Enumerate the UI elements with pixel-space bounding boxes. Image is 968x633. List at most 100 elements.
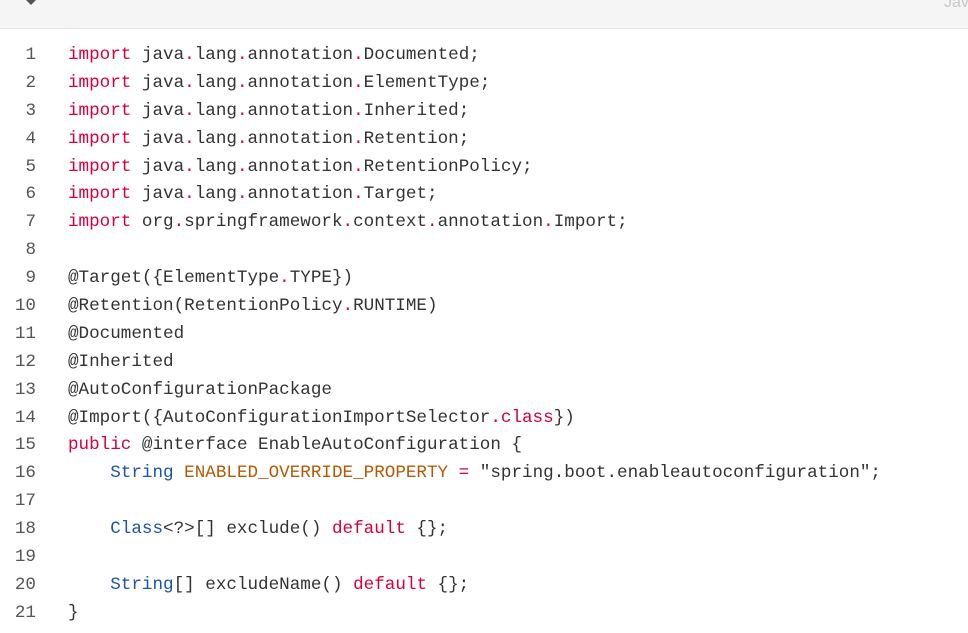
code-token: default: [331, 519, 406, 540]
line-source: import java.lang.annotation.Documented;: [68, 42, 480, 70]
code-token: .: [184, 100, 195, 121]
code-token: .class: [490, 407, 554, 428]
code-token: TYPE}): [289, 268, 354, 289]
code-token: {};: [427, 574, 470, 595]
code-token: .: [236, 45, 248, 65]
line-source: String[] excludeName() default {};: [68, 572, 469, 600]
line-source: import java.lang.annotation.RetentionPol…: [68, 154, 533, 182]
code-token: .: [236, 184, 248, 205]
code-token: import: [68, 45, 132, 65]
code-token: Class: [110, 519, 164, 540]
code-token: {};: [405, 519, 449, 540]
line-number: 10: [14, 296, 36, 317]
line-number: 6: [25, 184, 36, 205]
code-token: import: [68, 128, 132, 149]
line-number: 18: [14, 519, 36, 540]
code-token: .: [184, 72, 195, 93]
line-number: 17: [14, 491, 36, 512]
line-source: @AutoConfigurationPackage: [68, 377, 332, 405]
code-token: annotation: [437, 212, 544, 233]
code-token: RUNTIME): [353, 296, 438, 317]
code-token: Import;: [553, 212, 628, 233]
line-number: 1: [25, 45, 36, 65]
code-token: context: [353, 212, 427, 233]
code-token: java: [131, 100, 185, 121]
code-token: .: [342, 296, 354, 317]
line-source: @Import({AutoConfigurationImportSelector…: [68, 405, 575, 433]
code-token: .: [543, 212, 554, 233]
code-token: default: [353, 574, 427, 595]
code-token: .: [236, 100, 248, 121]
code-token: .: [184, 184, 195, 205]
code-token: annotation: [247, 128, 354, 149]
code-token: Documented;: [363, 45, 480, 65]
code-token: lang: [194, 100, 237, 121]
code-token: @AutoConfigurationPackage: [68, 379, 332, 400]
code-token: String: [110, 463, 174, 484]
code-token: [] excludeName(): [173, 574, 354, 595]
code-token: @Documented: [68, 323, 185, 344]
line-source: Class<?>[] exclude() default {};: [68, 516, 448, 544]
line-number: 9: [25, 268, 36, 289]
code-token: .: [279, 268, 290, 289]
code-token: annotation: [247, 184, 354, 205]
line-source: @Documented: [68, 321, 184, 349]
code-token: .: [353, 45, 364, 65]
line-number: 3: [25, 100, 36, 121]
code-token: .: [236, 72, 248, 93]
code-token: lang: [194, 128, 237, 149]
code-token: .: [184, 128, 195, 149]
line-number: 19: [14, 547, 36, 568]
code-token: annotation: [247, 45, 354, 65]
line-source: }: [68, 600, 79, 628]
line-source: import org.springframework.context.annot…: [68, 209, 628, 237]
code-token: java: [131, 128, 185, 149]
code-token: .: [184, 45, 195, 65]
code-token: .: [184, 156, 195, 177]
line-number: 20: [14, 574, 36, 595]
line-number: 5: [25, 156, 36, 177]
code-token: lang: [194, 45, 237, 65]
line-source: import java.lang.annotation.Retention;: [68, 126, 469, 154]
code-token: @Import({AutoConfigurationImportSelector: [68, 407, 491, 428]
code-token: .: [236, 128, 248, 149]
line-source: @Inherited: [68, 349, 174, 377]
code-token: .: [173, 212, 185, 233]
code-token: "spring.boot.enableautoconfiguration";: [469, 463, 881, 484]
code-token: @Target({ElementType: [68, 268, 280, 289]
line-number: 15: [14, 435, 36, 456]
code-token: .: [353, 72, 364, 93]
code-token: String: [110, 574, 174, 595]
code-token: import: [68, 156, 132, 177]
code-token: .: [353, 184, 364, 205]
code-token: ENABLED_OVERRIDE_PROPERTY: [184, 463, 449, 484]
line-source: import java.lang.annotation.Inherited;: [68, 98, 469, 126]
line-number: 8: [25, 240, 36, 261]
code-token: java: [131, 72, 185, 93]
caret-down-icon[interactable]: [26, 0, 36, 5]
code-block-header: Java: [0, 0, 968, 29]
line-number: 14: [14, 407, 36, 428]
code-token: @Retention(RetentionPolicy: [68, 296, 343, 317]
line-number: 21: [14, 602, 36, 623]
code-token: import: [68, 100, 132, 121]
code-token: java: [131, 156, 185, 177]
code-token: .: [236, 156, 248, 177]
code-token: annotation: [247, 156, 354, 177]
line-number: 11: [14, 323, 36, 344]
code-token: annotation: [247, 100, 354, 121]
code-token: Inherited;: [363, 100, 470, 121]
code-token: .: [427, 212, 438, 233]
line-number: 2: [25, 72, 36, 93]
line-source: @Retention(RetentionPolicy.RUNTIME): [68, 293, 438, 321]
code-token: import: [68, 72, 132, 93]
code-token: .: [353, 156, 364, 177]
code-token: .: [353, 128, 364, 149]
code-token: import: [68, 184, 132, 205]
line-source: public @interface EnableAutoConfiguratio…: [68, 432, 522, 460]
code-token: @interface EnableAutoConfiguration {: [131, 435, 523, 456]
code-token: public: [68, 435, 132, 456]
